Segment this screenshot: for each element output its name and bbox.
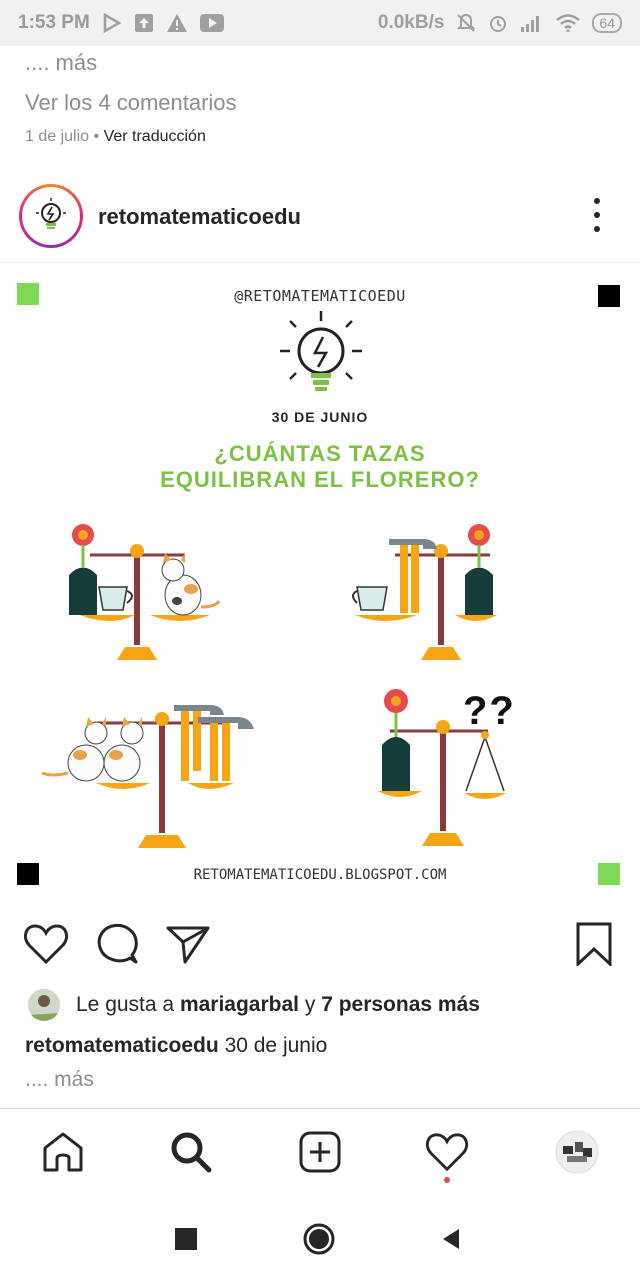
view-comments-link[interactable]: Ver los 4 comentarios: [25, 90, 237, 116]
flower-vase-icon: [382, 689, 410, 791]
balance-scale-1: [69, 524, 221, 660]
status-right: 0.0kB/s 64: [378, 12, 622, 34]
post-header: retomatematicoedu: [0, 182, 640, 254]
liker-username[interactable]: mariagarbal: [180, 993, 299, 1017]
share-icon[interactable]: [166, 922, 210, 966]
comment-icon[interactable]: [96, 922, 140, 966]
network-speed: 0.0kB/s: [377, 12, 445, 33]
liker-avatar[interactable]: [28, 989, 60, 1021]
post-image[interactable]: @RETOMATEMATICOEDU 30 DE JUNIO ¿CUÁNTAS …: [0, 262, 640, 902]
alarm-icon: [490, 16, 507, 32]
post-options-button[interactable]: [586, 198, 608, 232]
previous-post-meta: 1 de julio • Ver traducción: [25, 128, 206, 146]
previous-caption-more[interactable]: .... más: [25, 50, 97, 76]
previous-post-date: 1 de julio: [25, 128, 90, 145]
home-button[interactable]: [302, 1222, 336, 1256]
signal-icon: [521, 16, 540, 32]
likes-prefix: Le gusta a: [76, 993, 175, 1016]
activity-icon[interactable]: [424, 1129, 470, 1175]
unknown-question-marks: ??: [463, 689, 516, 733]
play-store-icon: [103, 13, 122, 33]
caption-text: 30 de junio: [224, 1034, 328, 1057]
wifi-icon: [556, 14, 581, 32]
profile-avatar[interactable]: [554, 1129, 600, 1175]
image-date-text: 30 DE JUNIO: [271, 409, 369, 425]
post-caption: retomatematicoedu 30 de junio: [25, 1034, 327, 1058]
caption-more-link[interactable]: .... más: [25, 1068, 94, 1092]
likes-summary[interactable]: Le gusta a mariagarbal y 7 personas más: [28, 988, 480, 1022]
status-left: 1:53 PM: [18, 12, 224, 34]
image-question-line-2: EQUILIBRAN EL FLORERO?: [160, 467, 480, 492]
flower-vase-icon: [465, 524, 493, 615]
flower-vase-icon: [69, 524, 97, 615]
warning-icon: [166, 14, 187, 32]
back-button[interactable]: [434, 1222, 468, 1256]
lightbulb-icon: [280, 311, 362, 391]
search-icon[interactable]: [168, 1129, 214, 1175]
post-action-bar: [0, 918, 640, 970]
dot: [594, 226, 600, 232]
cup-icon: [98, 586, 133, 611]
cat-icon: [103, 717, 144, 782]
upload-icon: [134, 14, 153, 32]
dot: [594, 212, 600, 218]
cat-icon: [41, 717, 108, 782]
system-navigation: [0, 1196, 640, 1280]
meta-separator: •: [93, 128, 100, 145]
hammer-icon: [389, 539, 437, 613]
hammer-icon: [198, 717, 254, 781]
likes-others[interactable]: 7 personas más: [321, 993, 480, 1017]
dot: [594, 198, 600, 204]
image-handle-text: @RETOMATEMATICOEDU: [234, 287, 406, 305]
home-icon[interactable]: [40, 1129, 86, 1175]
battery-icon: 64: [592, 13, 622, 33]
post-author-avatar[interactable]: [19, 184, 83, 248]
recents-button[interactable]: [169, 1222, 203, 1256]
cup-icon: [352, 586, 388, 611]
balance-scale-3: [41, 705, 254, 848]
likes-conjunction: y: [304, 993, 316, 1016]
image-question-line-1: ¿CUÁNTAS TAZAS: [214, 441, 426, 466]
activity-notification-dot: [444, 1177, 450, 1183]
new-post-icon[interactable]: [297, 1129, 343, 1175]
caption-username[interactable]: retomatematicoedu: [25, 1034, 219, 1057]
bookmark-icon[interactable]: [574, 922, 614, 966]
lightbulb-icon: [22, 187, 80, 245]
heart-icon[interactable]: [23, 922, 69, 966]
mute-icon: [457, 13, 476, 32]
cat-icon: [161, 553, 221, 616]
youtube-icon: [199, 14, 224, 32]
translate-link[interactable]: Ver traducción: [104, 128, 206, 145]
balance-scale-2: [352, 524, 497, 660]
image-blog-url: RETOMATEMATICOEDU.BLOGSPOT.COM: [193, 867, 447, 883]
post-username[interactable]: retomatematicoedu: [98, 204, 301, 230]
status-time: 1:53 PM: [18, 12, 90, 33]
bottom-navigation: [0, 1108, 640, 1196]
status-bar: 1:53 PM 0.0kB/s 64: [0, 0, 640, 46]
